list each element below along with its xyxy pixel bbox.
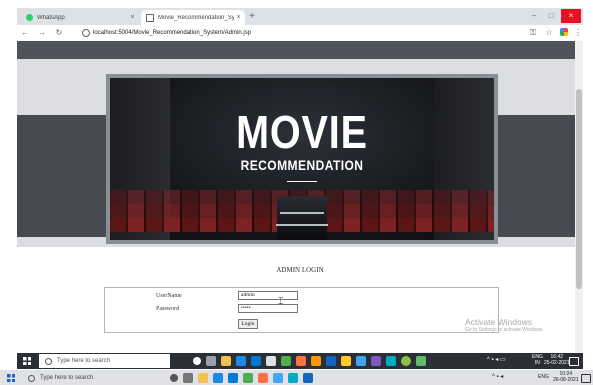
task-view-icon[interactable] bbox=[183, 373, 193, 383]
page-header-bar bbox=[17, 41, 583, 59]
address-bar[interactable]: localhost:5004/Movie_Recommendation_Syst… bbox=[93, 28, 251, 38]
app-icon[interactable] bbox=[311, 356, 321, 366]
maximize-button[interactable]: □ bbox=[544, 11, 558, 21]
notification-icon[interactable] bbox=[569, 357, 579, 366]
app-icon[interactable] bbox=[258, 373, 268, 383]
app-icon[interactable] bbox=[288, 373, 298, 383]
tab-movie-recommendation[interactable]: Movie_Recommendation_System × bbox=[141, 10, 245, 25]
cortana-icon[interactable] bbox=[193, 357, 201, 365]
screen: WhatsApp × Movie_Recommendation_System ×… bbox=[0, 0, 593, 385]
activation-watermark: Activate Windows Go to Settings to activ… bbox=[465, 317, 544, 334]
vertical-scrollbar[interactable] bbox=[575, 41, 583, 353]
forward-arrow-icon[interactable]: → bbox=[37, 27, 47, 39]
star-icon[interactable]: ☆ bbox=[544, 27, 554, 39]
host-taskbar: Type here to search ^ ▪ ◂ ENG 10:24 26-0… bbox=[0, 370, 593, 385]
new-tab-button[interactable]: + bbox=[249, 11, 255, 23]
app-icon[interactable] bbox=[371, 356, 381, 366]
aisle bbox=[277, 196, 327, 240]
app-icon[interactable] bbox=[326, 356, 336, 366]
taskbar: Type here to search ^ ▪ ◂ ▭ ENG IN 16:42… bbox=[17, 353, 583, 369]
firefox-icon[interactable] bbox=[296, 356, 306, 366]
username-label: UserName bbox=[156, 293, 182, 299]
username-input[interactable]: admin bbox=[238, 291, 298, 300]
taskbar-apps bbox=[193, 356, 426, 366]
app-icon[interactable] bbox=[273, 373, 283, 383]
cortana-icon[interactable] bbox=[170, 374, 178, 382]
app-icon[interactable] bbox=[416, 356, 426, 366]
taskbar-search[interactable]: Type here to search bbox=[39, 354, 170, 368]
app-icon[interactable] bbox=[386, 356, 396, 366]
windows-start-icon[interactable] bbox=[23, 357, 31, 365]
scrollbar-thumb[interactable] bbox=[576, 89, 582, 289]
menu-icon[interactable]: ⋮ bbox=[573, 27, 583, 39]
language-indicator[interactable]: ENG IN bbox=[532, 354, 543, 366]
watermark-subtitle: Go to Settings to activate Windows. bbox=[465, 327, 544, 333]
mouse-cursor-icon: ⌶ bbox=[278, 296, 284, 306]
clock[interactable]: 16:42 25-02-2021 bbox=[544, 354, 570, 366]
minimize-button[interactable]: – bbox=[527, 11, 541, 21]
store-icon[interactable] bbox=[228, 373, 238, 383]
banner-title: MOVIE bbox=[236, 106, 368, 158]
aisle-step bbox=[276, 224, 328, 226]
clock-date: 25-02-2021 bbox=[544, 360, 570, 366]
login-button[interactable]: Login bbox=[238, 319, 258, 329]
app-icon[interactable] bbox=[341, 356, 351, 366]
extension-icon[interactable] bbox=[560, 28, 568, 36]
region-code: IN bbox=[534, 360, 540, 366]
watermark-title: Activate Windows bbox=[465, 317, 533, 327]
edge-icon[interactable] bbox=[236, 356, 246, 366]
app-icon[interactable] bbox=[356, 356, 366, 366]
app-icon[interactable] bbox=[266, 356, 276, 366]
task-view-icon[interactable] bbox=[206, 356, 216, 366]
tray-icons[interactable]: ^ ▪ ◂ ▭ bbox=[487, 357, 506, 363]
movie-banner-image: MOVIE RECOMMENDATION bbox=[110, 78, 494, 240]
tab-whatsapp[interactable]: WhatsApp × bbox=[21, 10, 139, 25]
search-icon bbox=[28, 374, 35, 382]
site-info-icon[interactable] bbox=[82, 29, 90, 37]
browser-tab-strip: WhatsApp × Movie_Recommendation_System ×… bbox=[17, 8, 583, 25]
edge-icon[interactable] bbox=[213, 373, 223, 383]
file-explorer-icon[interactable] bbox=[221, 356, 231, 366]
tab-title: WhatsApp bbox=[37, 14, 65, 21]
whatsapp-icon bbox=[26, 14, 33, 21]
title-rule bbox=[287, 181, 317, 182]
login-form: UserName Password admin ••••• ⌶ Login bbox=[104, 287, 499, 333]
key-icon[interactable]: ⚿ bbox=[528, 27, 538, 39]
host-clock[interactable]: 10:24 26-08-2021 bbox=[553, 371, 579, 383]
chrome-icon[interactable] bbox=[401, 356, 411, 366]
host-notification-icon[interactable] bbox=[581, 374, 591, 383]
taskbar-search-placeholder: Type here to search bbox=[57, 358, 111, 364]
store-icon[interactable] bbox=[251, 356, 261, 366]
host-search-placeholder: Type here to search bbox=[40, 375, 94, 381]
host-language-indicator[interactable]: ENG bbox=[538, 374, 549, 380]
aisle-step bbox=[280, 212, 324, 214]
close-tab-icon[interactable]: × bbox=[128, 14, 137, 21]
password-label: Password bbox=[156, 306, 180, 312]
search-icon bbox=[45, 357, 52, 365]
host-taskbar-search[interactable]: Type here to search bbox=[22, 371, 162, 385]
app-icon[interactable] bbox=[303, 373, 313, 383]
close-tab-icon[interactable]: × bbox=[234, 14, 243, 21]
notepad-icon[interactable] bbox=[281, 356, 291, 366]
banner-subtitle: RECOMMENDATION bbox=[240, 157, 364, 173]
windows-start-icon[interactable] bbox=[7, 374, 15, 382]
reload-icon[interactable]: ↻ bbox=[54, 27, 64, 39]
page-content: MOVIE RECOMMENDATION ADMIN LOGIN UserNam… bbox=[17, 41, 583, 353]
password-input[interactable]: ••••• bbox=[238, 304, 298, 313]
login-heading: ADMIN LOGIN bbox=[276, 266, 324, 274]
host-tray-icons[interactable]: ^ ▪ ◂ bbox=[492, 374, 503, 380]
app-icon[interactable] bbox=[243, 373, 253, 383]
file-explorer-icon[interactable] bbox=[198, 373, 208, 383]
host-clock-date: 26-08-2021 bbox=[553, 377, 579, 383]
browser-toolbar: ← → ↻ localhost:5004/Movie_Recommendatio… bbox=[17, 25, 583, 41]
host-taskbar-apps bbox=[170, 373, 313, 383]
tab-title: Movie_Recommendation_System bbox=[158, 14, 234, 21]
page-icon bbox=[146, 13, 154, 22]
back-arrow-icon[interactable]: ← bbox=[20, 27, 30, 39]
close-window-button[interactable]: × bbox=[561, 9, 581, 23]
